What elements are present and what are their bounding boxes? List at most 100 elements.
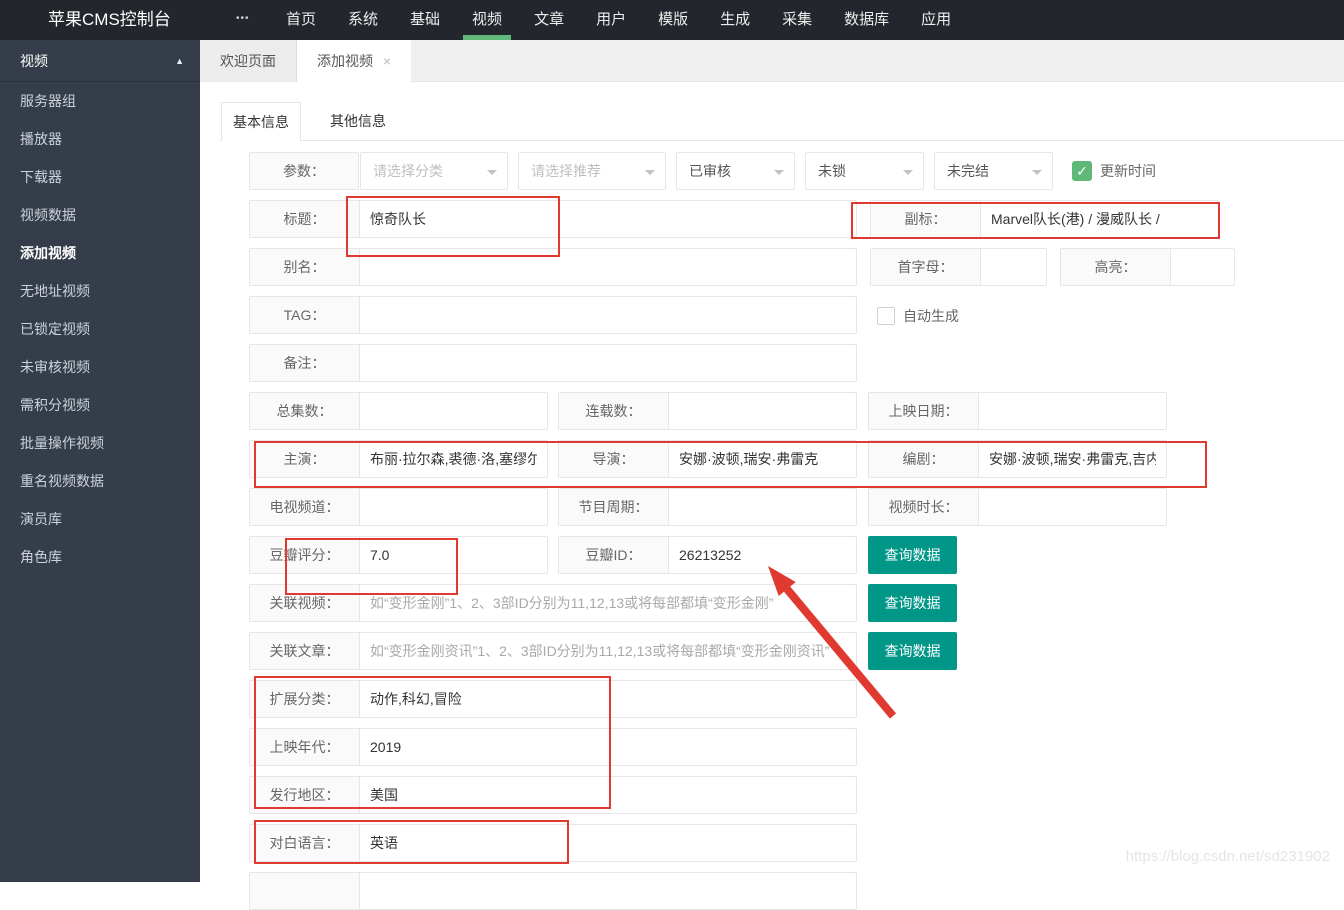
- topbar-item-4[interactable]: 文章: [534, 0, 564, 40]
- topbar-item-3[interactable]: 视频: [472, 0, 502, 40]
- related-article-input[interactable]: [360, 633, 856, 669]
- writer-input[interactable]: [979, 441, 1166, 477]
- field-title: 标题：: [249, 200, 857, 238]
- query-data-button-article[interactable]: 查询数据: [868, 632, 957, 670]
- page-tabbar: 欢迎页面 添加视频×: [200, 40, 1344, 82]
- tag-input[interactable]: [360, 297, 856, 333]
- topbar-nav: 首页系统基础视频文章用户模版生成采集数据库应用: [286, 0, 951, 40]
- sidebar-group-title: 视频: [20, 53, 48, 69]
- more-menu-icon[interactable]: •••: [236, 0, 250, 40]
- topbar: 苹果CMS控制台 ••• 首页系统基础视频文章用户模版生成采集数据库应用: [0, 0, 1344, 40]
- initial-input[interactable]: [981, 249, 1046, 285]
- duration-input[interactable]: [979, 489, 1166, 525]
- sidebar-item-4[interactable]: 添加视频: [0, 234, 200, 272]
- sidebar-item-3[interactable]: 视频数据: [0, 196, 200, 234]
- sidebar: 视频 ▲ 服务器组播放器下载器视频数据添加视频无地址视频已锁定视频未审核视频需积…: [0, 40, 200, 882]
- field-related-video: 关联视频：: [249, 584, 857, 622]
- alias-input[interactable]: [360, 249, 856, 285]
- field-release-date: 上映日期：: [868, 392, 1167, 430]
- sidebar-item-2[interactable]: 下载器: [0, 158, 200, 196]
- field-release-year: 上映年代：: [249, 728, 857, 766]
- query-data-button-douban[interactable]: 查询数据: [868, 536, 957, 574]
- subtitle-input[interactable]: [981, 201, 1218, 237]
- chevron-down-icon: [774, 170, 784, 175]
- program-cycle-input[interactable]: [669, 489, 856, 525]
- director-input[interactable]: [669, 441, 856, 477]
- checkbox-unchecked-icon: [877, 307, 895, 325]
- field-release-area: 发行地区：: [249, 776, 857, 814]
- topbar-item-0[interactable]: 首页: [286, 0, 316, 40]
- sidebar-item-9[interactable]: 批量操作视频: [0, 424, 200, 462]
- params-label: 参数：: [249, 152, 359, 190]
- sidebar-item-6[interactable]: 已锁定视频: [0, 310, 200, 348]
- topbar-item-9[interactable]: 数据库: [844, 0, 889, 40]
- sidebar-item-7[interactable]: 未审核视频: [0, 348, 200, 386]
- update-time-checkbox[interactable]: ✓ 更新时间: [1072, 161, 1156, 181]
- extend-class-input[interactable]: [360, 681, 856, 717]
- topbar-item-5[interactable]: 用户: [596, 0, 626, 40]
- sidebar-items: 服务器组播放器下载器视频数据添加视频无地址视频已锁定视频未审核视频需积分视频批量…: [0, 82, 200, 576]
- tab-add-video[interactable]: 添加视频×: [297, 40, 412, 83]
- collapse-arrow-icon: ▲: [175, 40, 184, 82]
- field-remark: 备注：: [249, 344, 857, 382]
- category-select[interactable]: 请选择分类: [360, 152, 508, 190]
- topbar-item-7[interactable]: 生成: [720, 0, 750, 40]
- serial-number-input[interactable]: [669, 393, 856, 429]
- field-director: 导演：: [558, 440, 857, 478]
- tab-other-info[interactable]: 其他信息: [330, 102, 386, 141]
- sidebar-item-10[interactable]: 重名视频数据: [0, 462, 200, 500]
- release-date-input[interactable]: [979, 393, 1166, 429]
- close-tab-icon[interactable]: ×: [383, 53, 391, 69]
- title-input[interactable]: [360, 201, 856, 237]
- tab-basic-info[interactable]: 基本信息: [221, 102, 301, 141]
- topbar-item-1[interactable]: 系统: [348, 0, 378, 40]
- partial-row-input[interactable]: [360, 873, 856, 909]
- sidebar-item-5[interactable]: 无地址视频: [0, 272, 200, 310]
- topbar-item-2[interactable]: 基础: [410, 0, 440, 40]
- finish-select[interactable]: 未完结: [934, 152, 1053, 190]
- topbar-item-8[interactable]: 采集: [782, 0, 812, 40]
- field-highlight: 高亮：: [1060, 248, 1235, 286]
- related-video-input[interactable]: [360, 585, 856, 621]
- chevron-down-icon: [645, 170, 655, 175]
- topbar-item-10[interactable]: 应用: [921, 0, 951, 40]
- starring-input[interactable]: [360, 441, 547, 477]
- topbar-item-6[interactable]: 模版: [658, 0, 688, 40]
- auto-generate-checkbox[interactable]: 自动生成: [877, 306, 959, 326]
- audit-select[interactable]: 已审核: [676, 152, 795, 190]
- sidebar-item-11[interactable]: 演员库: [0, 500, 200, 538]
- field-starring: 主演：: [249, 440, 548, 478]
- field-douban-id: 豆瓣ID：: [558, 536, 857, 574]
- sidebar-group-video[interactable]: 视频 ▲: [0, 40, 200, 82]
- douban-id-input[interactable]: [669, 537, 856, 573]
- watermark: https://blog.csdn.net/sd231902: [1126, 848, 1330, 865]
- field-alias: 别名：: [249, 248, 857, 286]
- chevron-down-icon: [903, 170, 913, 175]
- douban-score-input[interactable]: [360, 537, 547, 573]
- field-related-article: 关联文章：: [249, 632, 857, 670]
- highlight-input[interactable]: [1171, 249, 1234, 285]
- lock-select[interactable]: 未锁: [805, 152, 924, 190]
- field-program-cycle: 节目周期：: [558, 488, 857, 526]
- field-partial-row: [249, 872, 857, 910]
- query-data-button-video[interactable]: 查询数据: [868, 584, 957, 622]
- tv-channel-input[interactable]: [360, 489, 547, 525]
- recommend-select[interactable]: 请选择推荐: [518, 152, 666, 190]
- sidebar-item-0[interactable]: 服务器组: [0, 82, 200, 120]
- content-tab-divider: [220, 140, 1344, 141]
- tab-welcome[interactable]: 欢迎页面: [200, 40, 297, 82]
- field-total-episodes: 总集数：: [249, 392, 548, 430]
- total-episodes-input[interactable]: [360, 393, 547, 429]
- field-initial: 首字母：: [870, 248, 1047, 286]
- remark-input[interactable]: [360, 345, 856, 381]
- checkbox-checked-icon: ✓: [1072, 161, 1092, 181]
- release-year-input[interactable]: [360, 729, 856, 765]
- field-tv-channel: 电视频道：: [249, 488, 548, 526]
- release-area-input[interactable]: [360, 777, 856, 813]
- sidebar-item-8[interactable]: 需积分视频: [0, 386, 200, 424]
- sidebar-item-1[interactable]: 播放器: [0, 120, 200, 158]
- field-douban-score: 豆瓣评分：: [249, 536, 548, 574]
- field-duration: 视频时长：: [868, 488, 1167, 526]
- dialog-language-input[interactable]: [360, 825, 856, 861]
- sidebar-item-12[interactable]: 角色库: [0, 538, 200, 576]
